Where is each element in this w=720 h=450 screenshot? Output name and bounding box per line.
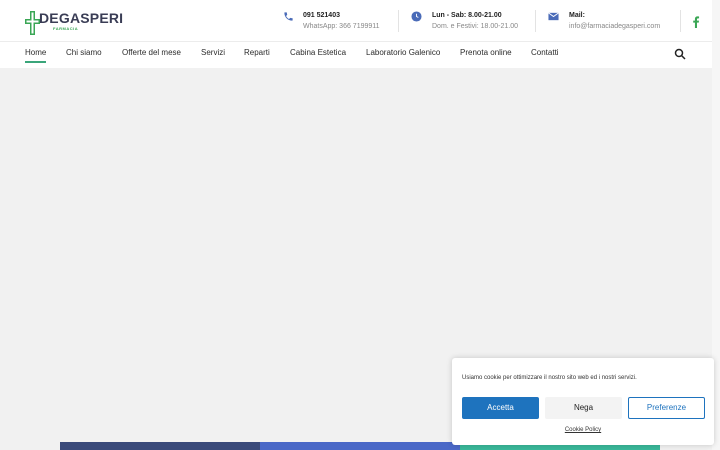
banner-tile-2[interactable] — [260, 442, 460, 450]
whatsapp-number[interactable]: WhatsApp: 366 7199911 — [303, 21, 380, 32]
cookie-message: Usiamo cookie per ottimizzare il nostro … — [462, 375, 637, 381]
nav-item-chi-siamo[interactable]: Chi siamo — [66, 48, 102, 57]
search-icon[interactable] — [674, 48, 686, 60]
header-divider — [535, 10, 536, 32]
facebook-icon[interactable] — [692, 16, 700, 28]
phone-icon — [284, 12, 293, 21]
nav-item-laboratorio[interactable]: Laboratorio Galenico — [366, 48, 440, 57]
cookie-banner: Usiamo cookie per ottimizzare il nostro … — [452, 358, 714, 445]
preferences-button[interactable]: Preferenze — [628, 397, 705, 419]
hours-holidays: Dom. e Festivi: 18.00-21.00 — [432, 23, 518, 30]
logo-subtitle: FARMACIA — [53, 26, 79, 31]
mail-info[interactable]: Mail: info@farmaciadegasperi.com — [569, 10, 660, 32]
phone-info[interactable]: 091 521403 WhatsApp: 366 7199911 — [303, 10, 380, 32]
site-header: DEGASPERI FARMACIA 091 521403 WhatsApp: … — [0, 0, 712, 41]
logo-brand: DEGASPERI — [39, 10, 124, 26]
nav-item-home[interactable]: Home — [25, 48, 47, 63]
nav-item-contatti[interactable]: Contatti — [531, 48, 559, 57]
header-divider — [680, 10, 681, 32]
nav-item-offerte[interactable]: Offerte del mese — [122, 48, 181, 57]
nav-item-prenota[interactable]: Prenota online — [460, 48, 512, 57]
site-logo[interactable]: DEGASPERI FARMACIA — [25, 10, 124, 36]
phone-number[interactable]: 091 521403 — [303, 10, 380, 21]
hours-weekdays: Lun - Sab: 8.00-21.00 — [432, 12, 502, 19]
mail-address[interactable]: info@farmaciadegasperi.com — [569, 21, 660, 32]
accept-button[interactable]: Accetta — [462, 397, 539, 419]
nav-item-cabina-estetica[interactable]: Cabina Estetica — [290, 48, 346, 57]
nav-item-reparti[interactable]: Reparti — [244, 48, 270, 57]
clock-icon — [411, 11, 422, 22]
hours-info: Lun - Sab: 8.00-21.00 Dom. e Festivi: 18… — [432, 10, 518, 32]
main-nav: Home Chi siamo Offerte del mese Servizi … — [0, 41, 712, 68]
mail-icon — [548, 12, 559, 21]
banner-tile-1[interactable] — [60, 442, 260, 450]
nav-item-servizi[interactable]: Servizi — [201, 48, 225, 57]
header-divider — [398, 10, 399, 32]
cookie-policy-link[interactable]: Cookie Policy — [452, 427, 714, 433]
mail-label: Mail: — [569, 12, 585, 19]
deny-button[interactable]: Nega — [545, 397, 622, 419]
